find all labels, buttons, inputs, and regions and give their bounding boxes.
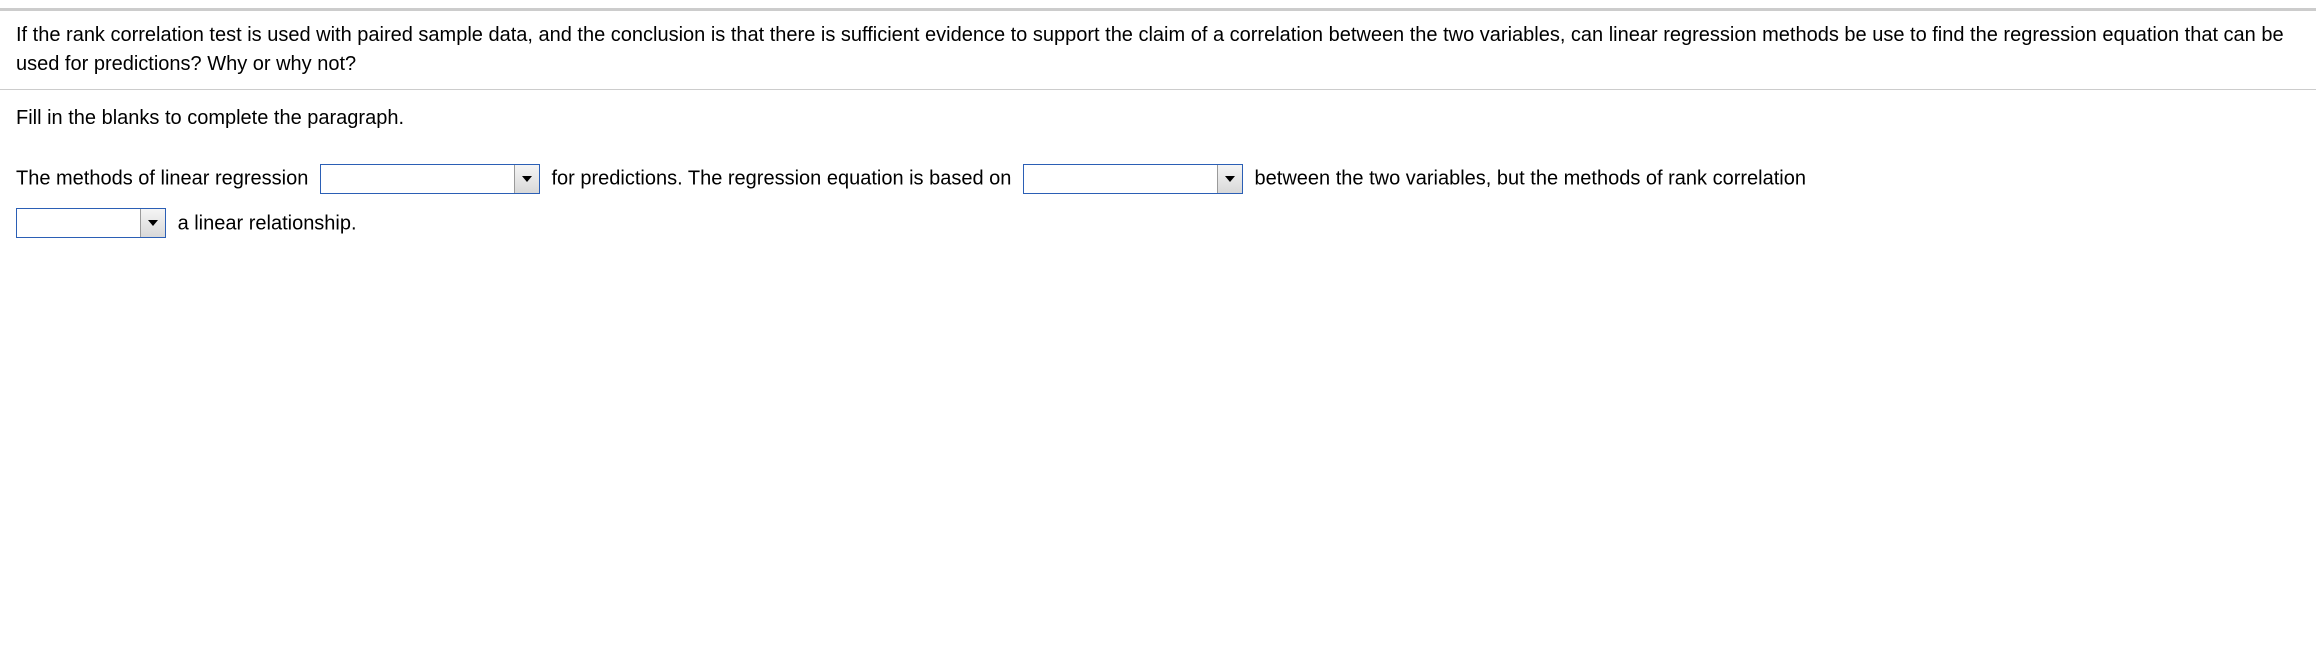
chevron-down-icon (148, 218, 158, 228)
segment-1: The methods of linear regression (16, 168, 308, 190)
answer-block: Fill in the blanks to complete the parag… (0, 90, 2316, 259)
question-block: If the rank correlation test is used wit… (0, 10, 2316, 90)
dropdown-3[interactable] (16, 208, 166, 238)
dropdown-2-button[interactable] (1217, 165, 1242, 193)
chevron-down-icon (522, 174, 532, 184)
segment-3: between the two variables, but the metho… (1255, 168, 1806, 190)
dropdown-1[interactable] (320, 164, 540, 194)
fill-in-paragraph: The methods of linear regression for pre… (16, 156, 2300, 245)
dropdown-2[interactable] (1023, 164, 1243, 194)
instruction-text: Fill in the blanks to complete the parag… (16, 104, 2300, 132)
dropdown-1-button[interactable] (514, 165, 539, 193)
segment-4: a linear relationship. (178, 212, 357, 234)
dropdown-3-button[interactable] (140, 209, 165, 237)
question-text: If the rank correlation test is used wit… (16, 24, 2284, 75)
chevron-down-icon (1225, 174, 1235, 184)
segment-2: for predictions. The regression equation… (552, 168, 1012, 190)
